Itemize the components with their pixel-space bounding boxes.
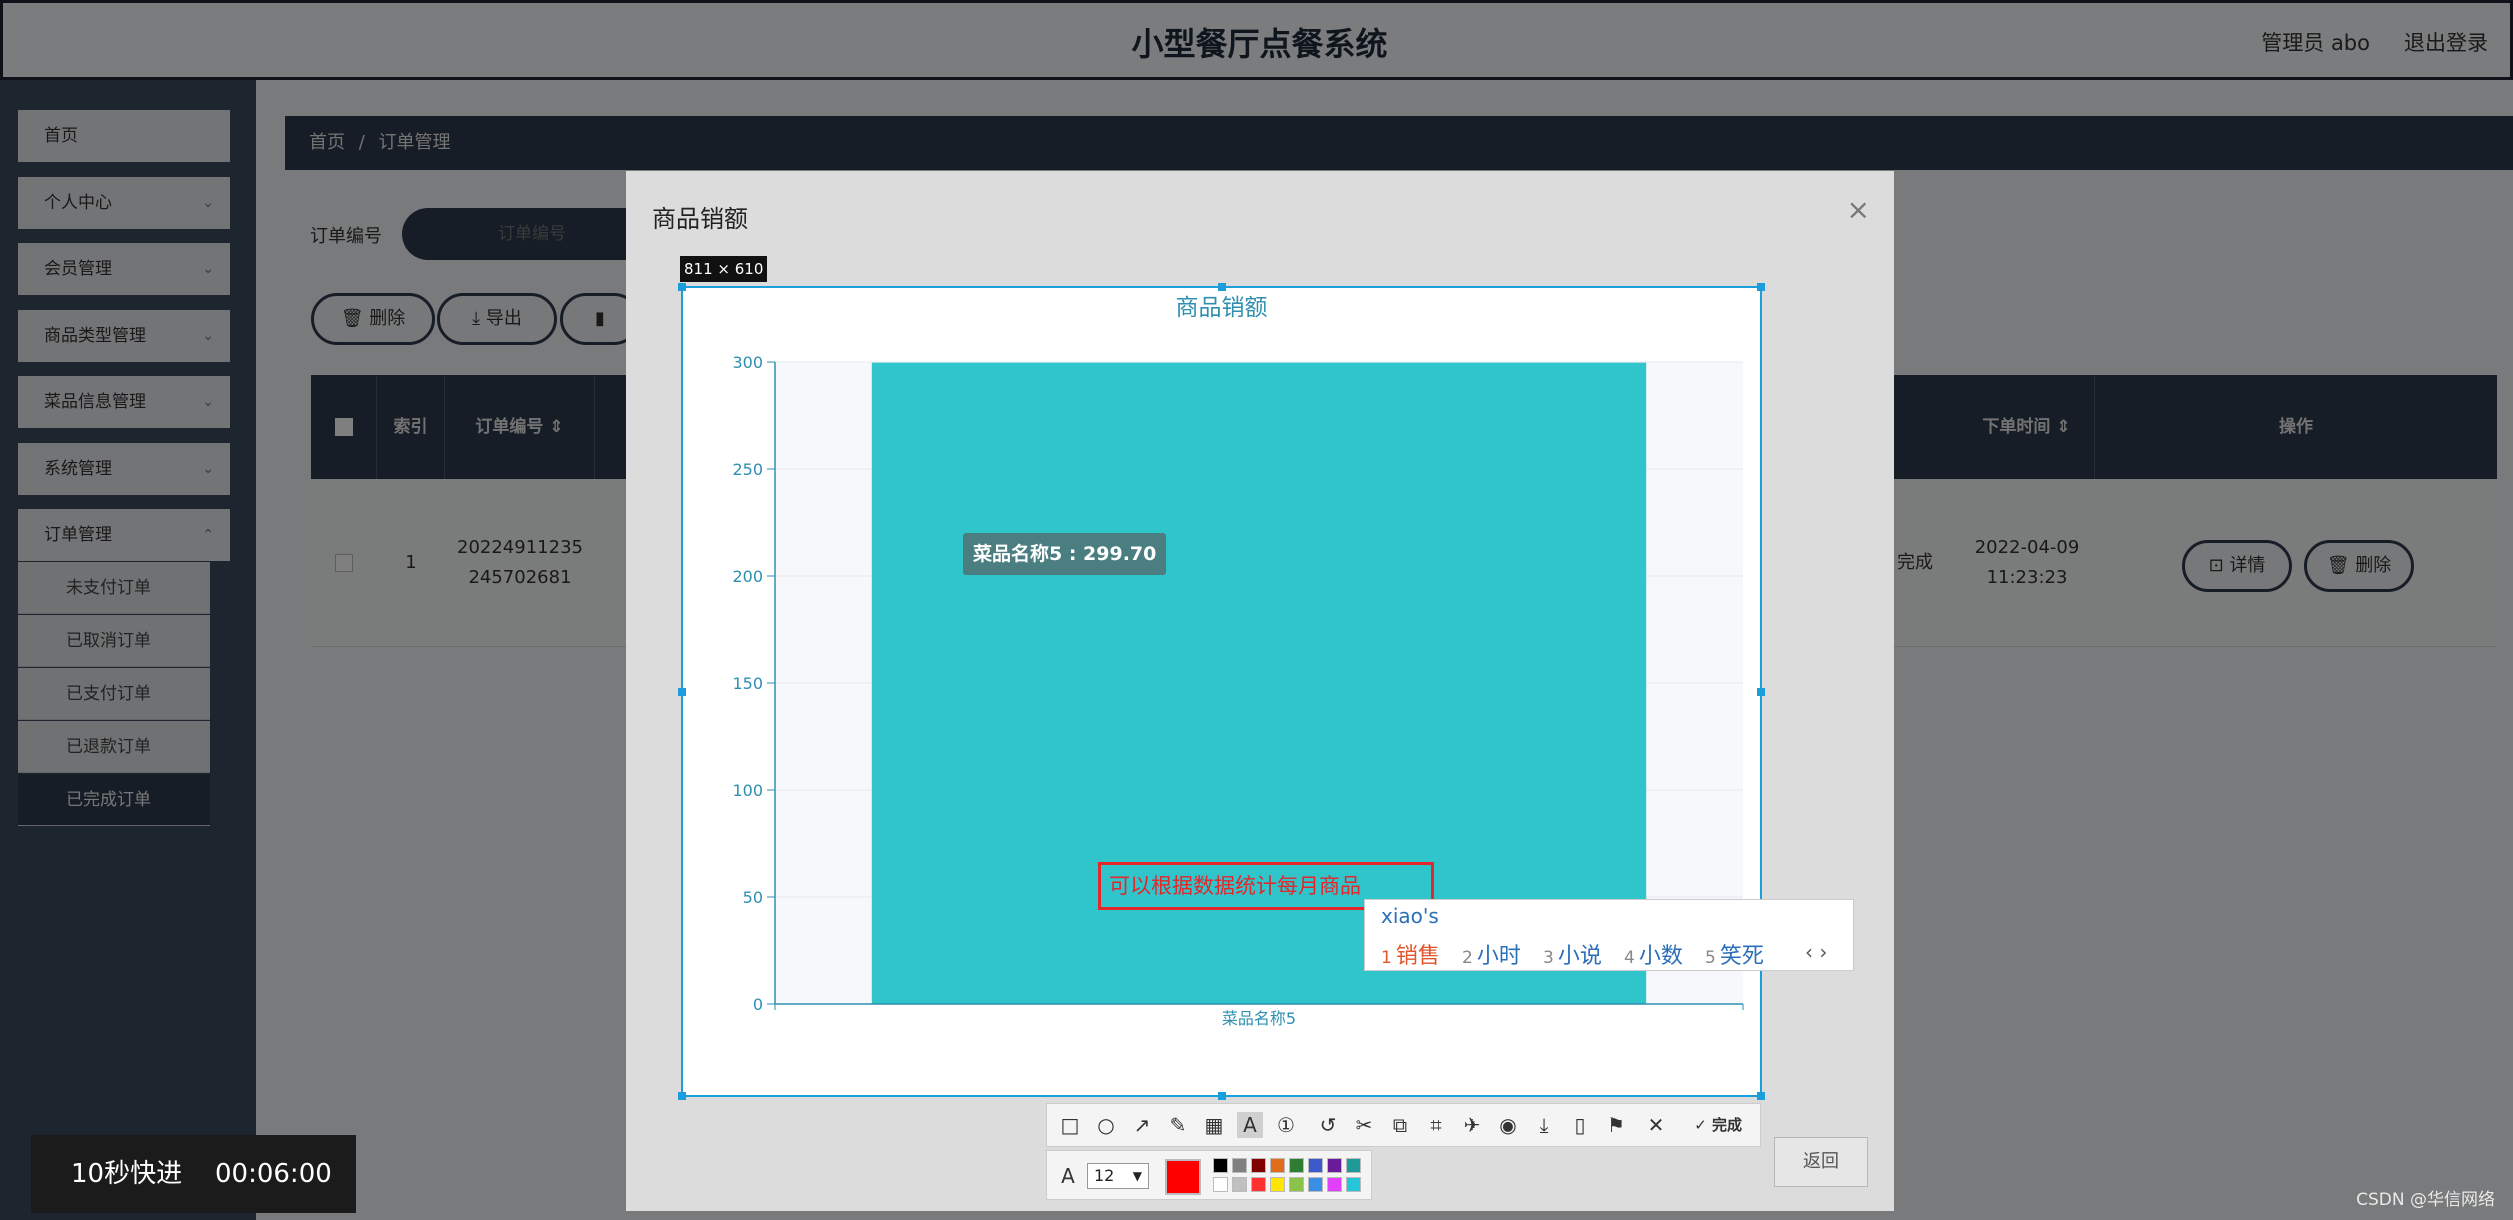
color-swatch[interactable] <box>1327 1177 1342 1192</box>
color-swatch[interactable] <box>1213 1158 1228 1173</box>
record-icon[interactable]: ◉ <box>1495 1112 1521 1138</box>
font-icon: A <box>1061 1164 1075 1188</box>
screenshot-selection[interactable]: 商品销额 0 50 100 150 200 250 300 菜品名称5 <box>678 283 1765 1100</box>
y-tick-label: 250 <box>732 460 763 479</box>
text-tool-icon[interactable]: A <box>1237 1112 1263 1138</box>
color-swatch[interactable] <box>1251 1158 1266 1173</box>
done-button[interactable]: ✓ 完成 <box>1694 1112 1742 1138</box>
color-swatch[interactable] <box>1327 1158 1342 1173</box>
bookmark-icon[interactable]: ⚑ <box>1603 1112 1629 1138</box>
color-swatch[interactable] <box>1232 1177 1247 1192</box>
download-icon[interactable]: ⤓ <box>1531 1112 1557 1138</box>
number-tool-icon[interactable]: ① <box>1273 1112 1299 1138</box>
color-swatch[interactable] <box>1346 1177 1361 1192</box>
y-tick-label: 200 <box>732 567 763 586</box>
y-tick-label: 50 <box>743 888 763 907</box>
ellipse-tool-icon[interactable]: ○ <box>1093 1112 1119 1138</box>
selection-size-label: 811 × 610 <box>680 256 768 282</box>
color-swatch[interactable] <box>1270 1158 1285 1173</box>
close-icon[interactable]: ✕ <box>1643 1112 1669 1138</box>
resize-handle[interactable] <box>678 283 686 291</box>
video-overlay: 10秒快进 00:06:00 <box>31 1135 356 1213</box>
ime-composition: xiao's <box>1381 904 1439 928</box>
color-swatch[interactable] <box>1308 1158 1323 1173</box>
rectangle-tool-icon[interactable]: □ <box>1057 1112 1083 1138</box>
ime-candidate[interactable]: 1 销售 <box>1381 938 1440 970</box>
arrow-tool-icon[interactable]: ↗ <box>1129 1112 1155 1138</box>
color-swatch[interactable] <box>1346 1158 1361 1173</box>
check-icon: ✓ <box>1694 1116 1712 1134</box>
chevron-down-icon: ▼ <box>1132 1169 1142 1183</box>
y-tick-label: 100 <box>732 781 763 800</box>
resize-handle[interactable] <box>678 1092 686 1100</box>
ime-candidate[interactable]: 3 小说 <box>1543 938 1602 970</box>
color-swatch[interactable] <box>1289 1158 1304 1173</box>
resize-handle[interactable] <box>1757 1092 1765 1100</box>
ime-candidate[interactable]: 4 小数 <box>1624 938 1683 970</box>
playback-time: 00:06:00 <box>215 1159 332 1189</box>
resize-handle[interactable] <box>1218 283 1226 291</box>
color-swatch[interactable] <box>1308 1177 1323 1192</box>
pin-icon[interactable]: ✈ <box>1459 1112 1485 1138</box>
phone-icon[interactable]: ▯ <box>1567 1112 1593 1138</box>
resize-handle[interactable] <box>678 688 686 696</box>
x-tick-label: 菜品名称5 <box>1222 1009 1296 1028</box>
ime-page-arrows[interactable]: ‹ › <box>1805 940 1827 964</box>
ocr-icon[interactable]: ⧉ <box>1387 1112 1413 1138</box>
color-swatch[interactable] <box>1289 1177 1304 1192</box>
watermark: CSDN @华信网络 <box>2356 1190 2495 1210</box>
back-button[interactable]: 返回 <box>1774 1137 1868 1187</box>
resize-handle[interactable] <box>1757 283 1765 291</box>
color-swatch[interactable] <box>1270 1177 1285 1192</box>
close-icon[interactable]: × <box>1847 193 1870 226</box>
current-color-swatch[interactable] <box>1165 1159 1201 1195</box>
y-tick-label: 300 <box>732 353 763 372</box>
ime-candidate[interactable]: 5 笑死 <box>1705 938 1764 970</box>
color-swatch[interactable] <box>1251 1177 1266 1192</box>
sales-chart: 商品销额 0 50 100 150 200 250 300 菜品名称5 <box>683 288 1760 1095</box>
color-swatch[interactable] <box>1213 1177 1228 1192</box>
pen-tool-icon[interactable]: ✎ <box>1165 1112 1191 1138</box>
resize-handle[interactable] <box>1218 1092 1226 1100</box>
chart-svg: 0 50 100 150 200 250 300 菜品名称5 <box>732 353 1744 1028</box>
cut-icon[interactable]: ✂ <box>1351 1112 1377 1138</box>
color-swatch[interactable] <box>1232 1158 1247 1173</box>
ime-candidate[interactable]: 2 小时 <box>1462 938 1521 970</box>
scan-icon[interactable]: ⌗ <box>1423 1112 1449 1138</box>
y-tick-label: 0 <box>753 995 763 1014</box>
dialog-title: 商品销额 <box>652 205 748 233</box>
chart-tooltip: 菜品名称5 : 299.70 <box>963 533 1167 575</box>
ime-candidate-window: xiao's 1 销售 2 小时 3 小说 4 小数 5 笑死 ‹ › <box>1364 899 1854 971</box>
font-size-select[interactable]: 12 ▼ <box>1087 1163 1149 1189</box>
text-style-toolbar: A 12 ▼ <box>1046 1150 1372 1200</box>
mosaic-tool-icon[interactable]: ▦ <box>1201 1112 1227 1138</box>
resize-handle[interactable] <box>1757 688 1765 696</box>
annotation-toolbar: □ ○ ↗ ✎ ▦ A ① ↺ ✂ ⧉ ⌗ ✈ ◉ ⤓ ▯ ⚑ ✕ ✓ 完成 <box>1046 1103 1761 1147</box>
y-tick-label: 150 <box>732 674 763 693</box>
fast-forward-label[interactable]: 10秒快进 <box>71 1135 182 1213</box>
undo-icon[interactable]: ↺ <box>1315 1112 1341 1138</box>
